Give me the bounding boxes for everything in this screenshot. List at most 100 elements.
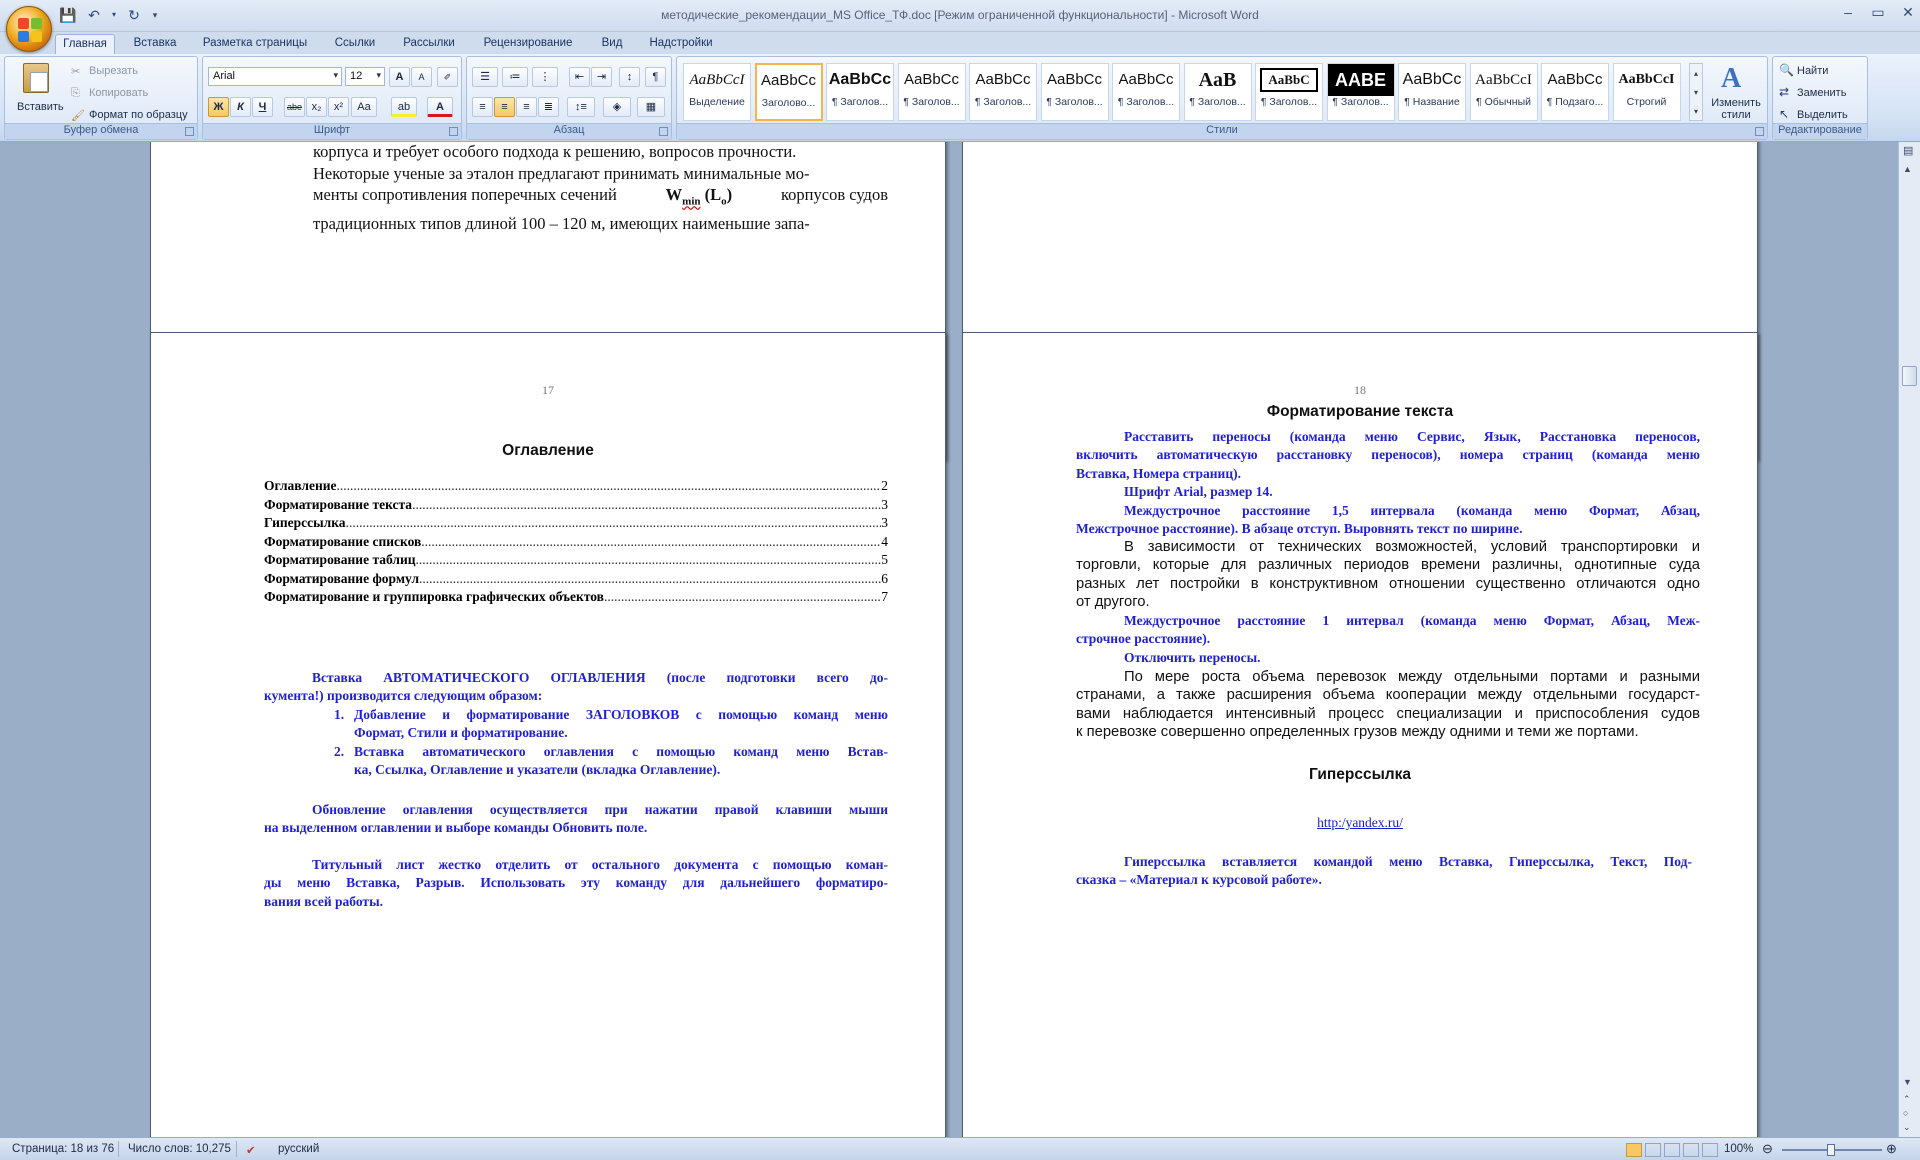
outline-icon[interactable]: [1683, 1143, 1699, 1157]
font-color-button[interactable]: A: [427, 97, 453, 117]
hyperlink[interactable]: http:/yandex.ru/: [963, 815, 1757, 831]
paste-button[interactable]: Вставить: [9, 61, 64, 121]
zoom-out-icon[interactable]: ⊖: [1762, 1141, 1773, 1157]
web-layout-icon[interactable]: [1664, 1143, 1680, 1157]
office-button[interactable]: [6, 6, 52, 52]
vertical-scrollbar[interactable]: ▤ ▲ ▼ ⌃ ○ ⌄: [1898, 142, 1920, 1137]
find-button[interactable]: Найти: [1797, 65, 1828, 77]
browse-object-icon[interactable]: ○: [1903, 1108, 1908, 1118]
select-button[interactable]: Выделить: [1797, 109, 1848, 121]
strikethrough-button[interactable]: abe: [284, 97, 305, 117]
multilevel-list-icon[interactable]: ⋮: [532, 67, 558, 87]
style-item[interactable]: AaBbCc ¶ Заголов...: [826, 63, 894, 121]
styles-launcher[interactable]: [1755, 127, 1764, 136]
redo-icon[interactable]: ↻: [124, 6, 144, 24]
grow-font-button[interactable]: A: [389, 67, 410, 87]
line-spacing-icon[interactable]: ↕≡: [567, 97, 595, 117]
style-item[interactable]: AaBbCc ¶ Заголов...: [897, 63, 966, 121]
zoom-slider[interactable]: [1782, 1144, 1882, 1156]
shrink-font-button[interactable]: A: [411, 67, 432, 87]
undo-dropdown-icon[interactable]: ▾: [110, 6, 118, 24]
scroll-thumb[interactable]: [1902, 366, 1917, 386]
tab-addins[interactable]: Надстройки: [643, 34, 719, 54]
zoom-slider-thumb[interactable]: [1827, 1144, 1835, 1156]
style-item[interactable]: AaBbCc ¶ Название: [1398, 63, 1466, 121]
underline-button[interactable]: Ч: [252, 97, 273, 117]
print-layout-icon[interactable]: [1626, 1143, 1642, 1157]
toc-entry[interactable]: Гиперссылка 3: [264, 514, 888, 532]
align-left-icon[interactable]: ≡: [472, 97, 493, 117]
justify-icon[interactable]: ≣: [538, 97, 559, 117]
tab-review[interactable]: Рецензирование: [477, 34, 579, 54]
replace-button[interactable]: Заменить: [1797, 87, 1846, 99]
zoom-in-icon[interactable]: ⊕: [1886, 1141, 1897, 1157]
spellcheck-icon[interactable]: ✔: [246, 1143, 256, 1157]
style-item[interactable]: AaBbCc ¶ Подзаго...: [1541, 63, 1609, 121]
change-case-button[interactable]: Aa: [351, 97, 377, 117]
draft-icon[interactable]: [1702, 1143, 1718, 1157]
undo-icon[interactable]: ↶: [84, 6, 104, 24]
toc-entry[interactable]: Форматирование формул 6: [264, 570, 888, 588]
minimize-button[interactable]: –: [1840, 4, 1856, 21]
bold-button[interactable]: Ж: [208, 97, 229, 117]
format-painter-button[interactable]: Формат по образцу: [89, 109, 188, 121]
borders-icon[interactable]: ▦: [637, 97, 665, 117]
page-counter[interactable]: Страница: 18 из 76: [12, 1143, 114, 1155]
language-indicator[interactable]: русский: [278, 1143, 319, 1155]
tab-mailings[interactable]: Рассылки: [396, 34, 462, 54]
sort-icon[interactable]: ↕: [619, 67, 640, 87]
show-marks-icon[interactable]: ¶: [645, 67, 666, 87]
italic-button[interactable]: К: [230, 97, 251, 117]
font-name-select[interactable]: Arial: [208, 67, 342, 86]
style-item[interactable]: AaBbCcI Строгий: [1612, 63, 1681, 121]
word-count[interactable]: Число слов: 10,275: [128, 1143, 231, 1155]
style-item[interactable]: AaBbCc Заголово...: [754, 63, 823, 121]
toc-entry[interactable]: Форматирование и группировка графических…: [264, 588, 888, 606]
tab-home[interactable]: Главная: [55, 34, 115, 54]
scroll-down-icon[interactable]: ▼: [1903, 1077, 1912, 1087]
cut-button[interactable]: Вырезать: [89, 65, 138, 77]
highlight-button[interactable]: ab: [391, 97, 417, 117]
subscript-button[interactable]: x₂: [306, 97, 327, 117]
tab-references[interactable]: Ссылки: [329, 34, 381, 54]
full-screen-reading-icon[interactable]: [1645, 1143, 1661, 1157]
next-page-icon[interactable]: ⌄: [1903, 1122, 1911, 1133]
toc-entry[interactable]: Форматирование текста 3: [264, 496, 888, 514]
style-item[interactable]: AaBbCc ¶ Заголов...: [1112, 63, 1180, 121]
close-button[interactable]: ✕: [1900, 4, 1916, 21]
tab-view[interactable]: Вид: [596, 34, 628, 54]
save-icon[interactable]: 💾: [58, 6, 78, 24]
document-area[interactable]: корпуса и требует особого подхода к реше…: [0, 142, 1898, 1137]
bullets-icon[interactable]: ☰: [472, 67, 498, 87]
align-center-icon[interactable]: ≡: [494, 97, 515, 117]
tab-page-layout[interactable]: Разметка страницы: [196, 34, 314, 54]
toc-entry[interactable]: Оглавление 2: [264, 477, 888, 495]
clear-format-icon[interactable]: ✐: [437, 67, 458, 87]
styles-scroll[interactable]: ▴ ▾ ▾: [1689, 63, 1703, 121]
tab-insert[interactable]: Вставка: [127, 34, 183, 54]
style-item[interactable]: AaBbCc ¶ Заголов...: [969, 63, 1037, 121]
ruler-toggle-icon[interactable]: ▤: [1903, 144, 1913, 157]
customize-icon[interactable]: ▾: [150, 6, 160, 24]
align-right-icon[interactable]: ≡: [516, 97, 537, 117]
superscript-button[interactable]: x²: [328, 97, 349, 117]
decrease-indent-icon[interactable]: ⇤: [569, 67, 590, 87]
font-size-select[interactable]: 12: [345, 67, 385, 86]
zoom-level[interactable]: 100%: [1724, 1143, 1753, 1155]
style-item[interactable]: AaBbCc ¶ Заголов...: [1040, 63, 1109, 121]
copy-button[interactable]: Копировать: [89, 87, 148, 99]
style-item[interactable]: AaBbCcI Выделение: [683, 63, 751, 121]
font-launcher[interactable]: [449, 127, 458, 136]
paragraph-launcher[interactable]: [659, 127, 668, 136]
prev-page-icon[interactable]: ⌃: [1903, 1094, 1911, 1105]
style-item[interactable]: AaBbCcI ¶ Обычный: [1469, 63, 1538, 121]
toc-entry[interactable]: Форматирование списков 4: [264, 533, 888, 551]
style-item[interactable]: AABE ¶ Заголов...: [1326, 63, 1395, 121]
style-item[interactable]: AaBbC ¶ Заголов...: [1255, 63, 1323, 121]
style-item[interactable]: AaB ¶ Заголов...: [1183, 63, 1252, 121]
increase-indent-icon[interactable]: ⇥: [591, 67, 612, 87]
numbering-icon[interactable]: ≔: [502, 67, 528, 87]
toc-entry[interactable]: Форматирование таблиц 5: [264, 551, 888, 569]
change-styles-button[interactable]: A Изменить стили: [1707, 61, 1765, 123]
maximize-button[interactable]: ▭: [1870, 4, 1886, 21]
